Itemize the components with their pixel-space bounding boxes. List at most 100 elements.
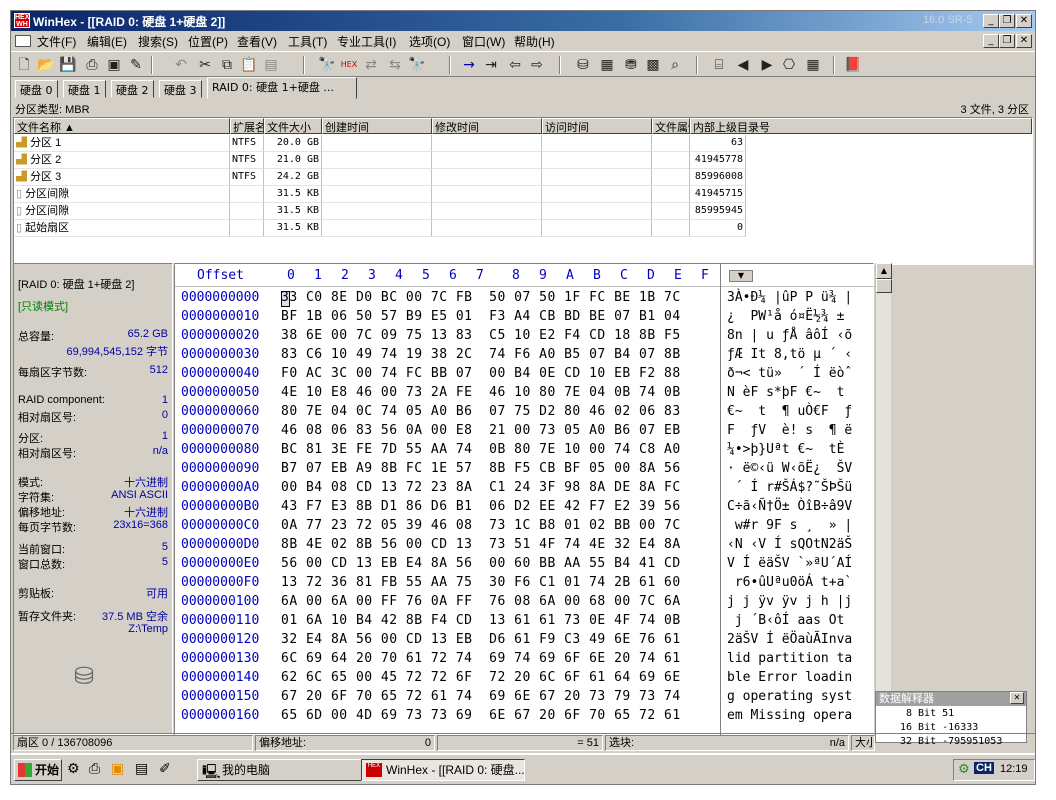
hex-ascii-row[interactable]: em Missing opera xyxy=(727,708,852,723)
doc-menu-icon[interactable] xyxy=(15,35,31,47)
hex-offset[interactable]: 0000000140 xyxy=(181,670,259,685)
file-row[interactable]: ▟ 分区 1 NTFS 20.0 GB 63 xyxy=(14,135,754,152)
hex-bytes-row[interactable]: 62 6C 65 00 45 72 72 6F 72 20 6C 6F 61 6… xyxy=(281,670,681,685)
new-file-icon[interactable]: 🗋 xyxy=(14,55,34,75)
hex-ascii-row[interactable]: ble Error loadin xyxy=(727,670,852,685)
hex-offset[interactable]: 00000000B0 xyxy=(181,499,259,514)
hex-offset[interactable]: 0000000050 xyxy=(181,385,259,400)
tab-raid0[interactable]: RAID 0: 硬盘 1+硬盘 ... xyxy=(207,77,357,99)
hex-ascii-row[interactable]: j j ÿv ÿv j h |j xyxy=(727,594,852,609)
disk-icon[interactable]: ⛁ xyxy=(573,55,593,75)
hex-bytes-row[interactable]: 32 E4 8A 56 00 CD 13 EB D6 61 F9 C3 49 6… xyxy=(281,632,681,647)
column-header-modified[interactable]: 修改时间 xyxy=(432,118,542,134)
hex-offset[interactable]: 0000000160 xyxy=(181,708,259,723)
hex-bytes-row[interactable]: 38 6E 00 7C 09 75 13 83 C5 10 E2 F4 CD 1… xyxy=(281,328,681,343)
menu-window[interactable]: 窗口(W) xyxy=(462,33,505,50)
hex-bytes-row[interactable]: BF 1B 06 50 57 B9 E5 01 F3 A4 CB BD BE 0… xyxy=(281,309,681,324)
hex-bytes-row[interactable]: F0 AC 3C 00 74 FC BB 07 00 B4 0E CD 10 E… xyxy=(281,366,681,381)
hex-offset[interactable]: 00000000F0 xyxy=(181,575,259,590)
hex-offset[interactable]: 00000000D0 xyxy=(181,537,259,552)
hex-offset[interactable]: 0000000020 xyxy=(181,328,259,343)
menu-help[interactable]: 帮助(H) xyxy=(514,33,555,50)
hex-bytes-row[interactable]: 56 00 CD 13 EB E4 8A 56 00 60 BB AA 55 B… xyxy=(281,556,681,571)
hex-ascii-row[interactable]: N èF s*þF €~ t xyxy=(727,385,844,400)
book-icon[interactable]: 📕 xyxy=(843,55,863,75)
hex-ascii-row[interactable]: lid partition ta xyxy=(727,651,852,666)
hex-ascii-row[interactable]: 8n | u ƒÅ âôÍ ‹õ xyxy=(727,328,852,343)
quicklaunch-icon[interactable]: ⎙ xyxy=(89,761,100,777)
column-header-attr[interactable]: 文件属性 xyxy=(652,118,690,134)
snapshot-icon[interactable]: ⎔ xyxy=(779,55,799,75)
quicklaunch-icon[interactable]: ▤ xyxy=(135,761,148,777)
write-icon[interactable]: ▤ xyxy=(261,55,281,75)
file-row[interactable]: ▯ 起始扇区 31.5 KB 0 xyxy=(14,220,754,237)
scroll-up-button[interactable]: ▲ xyxy=(876,263,892,279)
hex-ascii-row[interactable]: r6•ûUªu0öÁ t+a` xyxy=(727,575,852,590)
menu-file[interactable]: 文件(F) xyxy=(37,33,76,50)
previous-item-icon[interactable]: ◀ xyxy=(733,55,753,75)
find-again-icon[interactable]: 🔭 xyxy=(407,55,427,75)
properties-icon[interactable]: ▣ xyxy=(104,55,124,75)
replace-hex-icon[interactable]: ⇆ xyxy=(385,55,405,75)
ascii-dropdown-icon[interactable]: ▼ xyxy=(729,270,753,282)
mode-value[interactable]: 十六进制 xyxy=(124,474,168,490)
hex-offset[interactable]: 0000000110 xyxy=(181,613,259,628)
hex-ascii-row[interactable]: C÷ã‹Ñ†Ö± ÒîB÷â9V xyxy=(727,499,852,514)
replace-text-icon[interactable]: ⇄ xyxy=(361,55,381,75)
goto-sector-icon[interactable]: ⇥ xyxy=(481,55,501,75)
hex-ascii-row[interactable]: ƒÆ It 8,tö µ ´ ‹ xyxy=(727,347,852,362)
next-item-icon[interactable]: ▶ xyxy=(757,55,777,75)
hex-bytes-row[interactable]: 8B 4E 02 8B 56 00 CD 13 73 51 4F 74 4E 3… xyxy=(281,537,681,552)
file-row[interactable]: ▯ 分区间隙 31.5 KB 85995945 xyxy=(14,203,754,220)
copy-icon[interactable]: ⧉ xyxy=(217,55,237,75)
hex-offset[interactable]: 0000000120 xyxy=(181,632,259,647)
hex-bytes-row[interactable]: BC 81 3E FE 7D 55 AA 74 0B 80 7E 10 00 7… xyxy=(281,442,681,457)
save-icon[interactable]: 💾 xyxy=(58,55,78,75)
open-folder-icon[interactable]: 📂 xyxy=(36,55,56,75)
hex-bytes-row[interactable]: B7 07 EB A9 8B FC 1E 57 8B F5 CB BF 05 0… xyxy=(281,461,681,476)
hex-ascii-row[interactable]: ¿ PW¹å ó¤Ë½¾ ± xyxy=(727,309,844,324)
cut-icon[interactable]: ✂ xyxy=(195,55,215,75)
column-header-created[interactable]: 创建时间 xyxy=(322,118,432,134)
hex-offset[interactable]: 0000000070 xyxy=(181,423,259,438)
vertical-scrollbar[interactable]: ▲ xyxy=(875,263,892,735)
hex-ascii-row[interactable]: ¼•>þ}Uªt €~ tÈ xyxy=(727,442,852,457)
hex-ascii-row[interactable]: j ´B‹ôÍ aas Ot xyxy=(727,613,845,628)
interpreter-close-button[interactable]: ✕ xyxy=(1010,692,1024,704)
doc-minimize-button[interactable]: _ xyxy=(983,34,999,48)
hex-bytes-row[interactable]: 65 6D 00 4D 69 73 73 69 6E 67 20 6F 70 6… xyxy=(281,708,681,723)
back-icon[interactable]: ⇦ xyxy=(505,55,525,75)
hex-offset[interactable]: 0000000040 xyxy=(181,366,259,381)
hex-offset[interactable]: 00000000C0 xyxy=(181,518,259,533)
column-header-name[interactable]: 文件名称 ▲ xyxy=(14,118,230,134)
ram-icon[interactable]: ▦ xyxy=(597,55,617,75)
column-header-ext[interactable]: 扩展名 xyxy=(230,118,264,134)
find-text-icon[interactable]: 🔭 xyxy=(317,55,337,75)
gallery-icon[interactable]: ▦ xyxy=(803,55,823,75)
clipboard-value[interactable]: 可用 xyxy=(146,585,168,601)
menu-view[interactable]: 查看(V) xyxy=(237,33,277,50)
forward-icon[interactable]: ⇨ xyxy=(527,55,547,75)
network-tray-icon[interactable]: ⚙ xyxy=(958,762,970,777)
paste-icon[interactable]: 📋 xyxy=(239,55,259,75)
hex-bytes-row[interactable]: 33 C0 8E D0 BC 00 7C FB 50 07 50 1F FC B… xyxy=(281,290,681,305)
minimize-button[interactable]: _ xyxy=(983,14,999,28)
quicklaunch-icon[interactable]: ▣ xyxy=(111,761,124,777)
tab-disk1[interactable]: 硬盘 1 xyxy=(63,80,106,98)
hex-ascii-row[interactable]: g operating syst xyxy=(727,689,852,704)
hex-ascii-row[interactable]: 2äŠV Í ëÖaùÃInva xyxy=(727,632,852,647)
hex-bytes-row[interactable]: 46 08 06 83 56 0A 00 E8 21 00 73 05 A0 B… xyxy=(281,423,681,438)
input-language[interactable]: CH xyxy=(974,762,994,774)
find-hex-icon[interactable]: HEX xyxy=(339,55,359,75)
hex-offset[interactable]: 0000000080 xyxy=(181,442,259,457)
menu-tools[interactable]: 工具(T) xyxy=(288,33,327,50)
hex-offset[interactable]: 0000000090 xyxy=(181,461,259,476)
hex-ascii-row[interactable]: ´ Í r#ŠÁ$?˜ŠÞŠü xyxy=(727,480,852,495)
hex-ascii-row[interactable]: · ë©‹ü W‹õË¿ ŠV xyxy=(727,461,852,476)
doc-restore-button[interactable]: ❐ xyxy=(999,34,1015,48)
close-button[interactable]: ✕ xyxy=(1016,14,1032,28)
print-icon[interactable]: ⎙ xyxy=(82,55,102,75)
menu-search[interactable]: 搜索(S) xyxy=(138,33,178,50)
column-header-parent[interactable]: 内部上级目录号 xyxy=(690,118,1032,134)
edit-icon[interactable]: ✎ xyxy=(126,55,146,75)
